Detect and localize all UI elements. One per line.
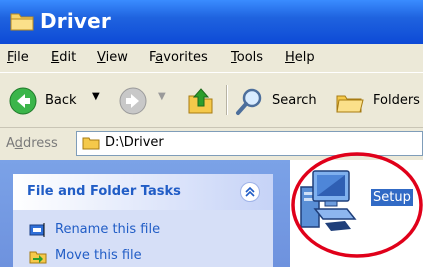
search-icon [236, 88, 262, 115]
forward-arrow-icon [119, 87, 147, 115]
folders-button[interactable]: Folders [335, 87, 423, 115]
back-arrow-icon [9, 87, 37, 115]
task-label: Move this file [55, 248, 142, 263]
move-file-icon [29, 251, 47, 264]
folders-icon [336, 95, 364, 113]
window-title: Driver [40, 9, 111, 33]
menu-bar: File Edit View Favorites Tools Help [0, 44, 423, 72]
task-pane: File and Folder Tasks Rename this file M… [0, 160, 290, 267]
search-label: Search [272, 93, 317, 108]
menu-view[interactable]: View [97, 50, 128, 65]
tasks-header[interactable]: File and Folder Tasks [13, 174, 273, 210]
highlight-circle [291, 152, 423, 258]
menu-favorites[interactable]: Favorites [149, 50, 208, 65]
rename-icon [29, 223, 45, 237]
file-folder-tasks-panel: File and Folder Tasks Rename this file M… [13, 174, 273, 267]
toolbar-separator [226, 85, 228, 115]
title-bar[interactable]: Driver [0, 0, 423, 44]
forward-button[interactable]: ▼ [118, 87, 172, 115]
menu-help[interactable]: Help [285, 50, 315, 65]
toolbar: Back ▼ ▼ Search Folders [0, 72, 423, 128]
menu-edit[interactable]: Edit [51, 50, 76, 65]
address-label: Address [6, 136, 58, 151]
menu-file[interactable]: File [7, 50, 29, 65]
forward-dropdown-icon[interactable]: ▼ [158, 91, 166, 102]
menu-tools[interactable]: Tools [231, 50, 263, 65]
folders-label: Folders [373, 93, 420, 108]
collapse-button[interactable] [240, 182, 260, 202]
chevron-up-double-icon [245, 186, 255, 197]
back-label: Back [45, 93, 77, 108]
folder-icon [10, 13, 34, 31]
tasks-title: File and Folder Tasks [27, 184, 181, 199]
back-button[interactable]: Back ▼ [8, 87, 103, 115]
up-folder-button[interactable] [186, 87, 216, 115]
up-folder-icon [188, 88, 213, 114]
back-dropdown-icon[interactable]: ▼ [92, 91, 100, 102]
address-path: D:\Driver [105, 135, 164, 150]
search-button[interactable]: Search [235, 87, 325, 115]
task-label: Rename this file [55, 222, 161, 237]
folder-icon [82, 137, 100, 150]
